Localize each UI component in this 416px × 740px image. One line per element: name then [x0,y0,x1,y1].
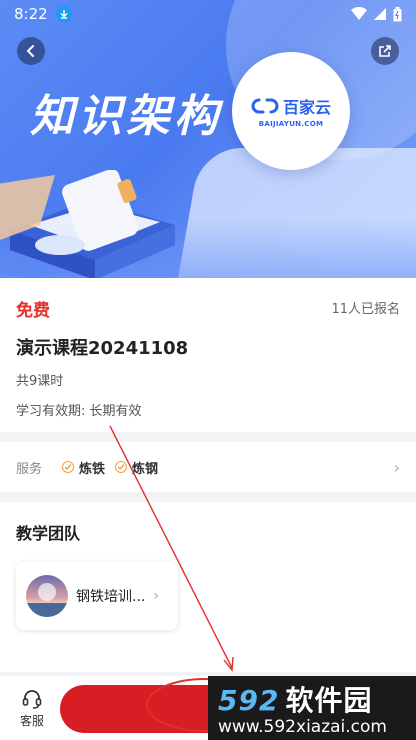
chevron-right-icon: › [153,588,159,604]
watermark-url: www.592xiazai.com [218,717,387,737]
back-button[interactable] [17,37,45,65]
watermark-number: 592 [218,684,280,717]
customer-service-button[interactable]: 客服 [10,688,54,729]
headset-icon [22,689,42,709]
status-time: 8:22 [14,5,48,23]
watermark-text: 软件园 [285,684,373,717]
battery-icon [393,6,402,21]
course-title: 演示课程20241108 [16,338,189,359]
logo-subtitle: BAIJIAYUN.COM [258,120,324,128]
avatar [26,575,68,617]
logo-name: 百家云 [282,98,331,117]
course-price: 免费 [16,301,50,321]
course-detail-page: 知识架构 百家云 BAIJIAYUN.COM 8:22 免费 11人已报名 演示… [0,0,416,740]
signal-icon [374,8,386,20]
share-icon [379,45,391,57]
wifi-icon [351,7,367,20]
teacher-name: 钢铁培训... [76,589,146,605]
customer-service-label: 客服 [19,713,44,728]
watermark: 592 软件园 www.592xiazai.com [208,676,416,740]
service-label: 服务 [16,461,43,477]
teacher-card[interactable]: 钢铁培训... › [16,562,178,630]
service-item: 炼钢 [115,458,158,477]
service-row[interactable]: 服务 炼铁 炼钢 › [0,442,416,492]
check-circle-icon [115,461,128,473]
download-icon [55,6,72,22]
chevron-left-icon [26,45,34,57]
banner-title: 知识架构 [30,91,222,142]
logo-icon [251,98,279,114]
team-title: 教学团队 [16,524,81,543]
check-circle-icon [62,461,75,473]
lesson-count: 共9课时 [16,374,64,389]
share-button[interactable] [371,37,399,65]
enrolled-count: 11人已报名 [331,302,400,317]
teaching-team-section: 教学团队 钢铁培训... › [0,502,416,672]
validity-period: 学习有效期: 长期有效 [16,404,142,419]
baijiayun-logo: 百家云 BAIJIAYUN.COM [232,52,350,170]
chevron-right-icon: › [393,457,400,477]
gift-box-illustration [0,170,175,278]
status-bar: 8:22 [0,0,416,28]
course-info-card: 免费 11人已报名 演示课程20241108 共9课时 学习有效期: 长期有效 [0,278,416,432]
service-item: 炼铁 [62,458,105,477]
course-banner: 知识架构 百家云 BAIJIAYUN.COM [0,0,416,278]
